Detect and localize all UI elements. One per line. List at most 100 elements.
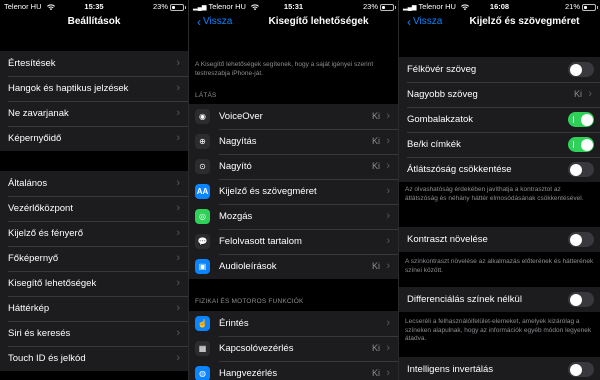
display-group-1: Félkövér szöveg Nagyobb szöveg Ki › Gomb…: [399, 57, 600, 182]
increase-contrast-description: A színkontraszt növelése az alkalmazás e…: [405, 258, 594, 274]
chevron-right-icon: ›: [386, 185, 390, 197]
chevron-left-icon: ‹: [197, 14, 201, 29]
chevron-right-icon: ›: [176, 202, 180, 214]
speech-icon: 💬: [195, 234, 210, 249]
voiceover-icon: ◉: [195, 109, 210, 124]
battery-icon: [380, 3, 396, 11]
settings-panel: Telenor HU 15:35 23% Beállítások Értesít…: [0, 0, 188, 380]
chevron-right-icon: ›: [386, 260, 390, 272]
onoff-labels-row: Be/ki címkék: [399, 132, 600, 157]
page-title: Kisegítő lehetőségek: [268, 16, 369, 27]
motion-icon: ◎: [195, 209, 210, 224]
section-header-vision: LÁTÁS: [195, 92, 217, 99]
settings-item-accessibility[interactable]: Kisegítő lehetőségek ›: [0, 271, 188, 296]
chevron-right-icon: ›: [176, 252, 180, 264]
settings-item-home-screen[interactable]: Főképernyő ›: [0, 246, 188, 271]
chevron-right-icon: ›: [386, 135, 390, 147]
differentiate-group: Differenciálás színek nélkül: [399, 287, 600, 312]
chevron-right-icon: ›: [386, 342, 390, 354]
touch-icon: ☝: [195, 316, 210, 331]
nav-bar: ‹ Vissza Kisegítő lehetőségek: [189, 12, 398, 34]
reduce-transparency-description: Az olvashatóság érdekében javíthatja a k…: [405, 186, 584, 202]
differentiate-row: Differenciálás színek nélkül: [399, 287, 600, 312]
settings-item-siri[interactable]: Siri és keresés ›: [0, 321, 188, 346]
differentiate-toggle[interactable]: [568, 292, 594, 307]
settings-item-screen-time[interactable]: Képernyőidő ›: [0, 126, 188, 151]
increase-contrast-row: Kontraszt növelése: [399, 227, 600, 252]
a11y-item-motion[interactable]: ◎ Mozgás ›: [189, 204, 398, 229]
contrast-group: Kontraszt növelése: [399, 227, 600, 252]
vision-group: ◉ VoiceOver Ki › ⊕ Nagyítás Ki › ⊙ Nagyí…: [189, 104, 398, 279]
chevron-right-icon: ›: [176, 132, 180, 144]
chevron-right-icon: ›: [176, 82, 180, 94]
larger-text-row[interactable]: Nagyobb szöveg Ki ›: [399, 82, 600, 107]
accessibility-panel: ▂▄▆ Telenor HU 15:31 23% ‹ Vissza Kisegít…: [189, 0, 398, 380]
page-title: Kijelző és szövegméret: [469, 16, 580, 27]
zoom-icon: ⊕: [195, 134, 210, 149]
chevron-right-icon: ›: [176, 227, 180, 239]
chevron-right-icon: ›: [176, 107, 180, 119]
bold-text-toggle[interactable]: [568, 62, 594, 77]
text-size-icon: AA: [195, 184, 210, 199]
chevron-right-icon: ›: [386, 110, 390, 122]
smart-invert-group: Intelligens invertálás: [399, 357, 600, 380]
display-text-size-panel: ▂▄▆ Telenor HU 16:08 21% ‹ Vissza Kijelző…: [399, 0, 600, 380]
smart-invert-toggle[interactable]: [568, 362, 594, 377]
chevron-right-icon: ›: [588, 88, 592, 100]
section-header-motor: FIZIKAI ÉS MOTOROS FUNKCIÓK: [195, 298, 304, 305]
increase-contrast-toggle[interactable]: [568, 232, 594, 247]
chevron-right-icon: ›: [176, 177, 180, 189]
settings-item-notifications[interactable]: Értesítések ›: [0, 51, 188, 76]
chevron-right-icon: ›: [386, 160, 390, 172]
switch-control-icon: ▦: [195, 341, 210, 356]
a11y-item-spoken-content[interactable]: 💬 Felolvasott tartalom ›: [189, 229, 398, 254]
bold-text-row: Félkövér szöveg: [399, 57, 600, 82]
settings-item-touch-id[interactable]: Touch ID és jelkód ›: [0, 346, 188, 371]
reduce-transparency-toggle[interactable]: [568, 162, 594, 177]
nav-bar: ‹ Vissza Kijelző és szövegméret: [399, 12, 600, 34]
back-button[interactable]: ‹ Vissza: [407, 14, 442, 29]
reduce-transparency-row: Átlátszóság csökkentése: [399, 157, 600, 182]
page-title: Beállítások: [67, 16, 121, 27]
button-shapes-toggle[interactable]: [568, 112, 594, 127]
chevron-right-icon: ›: [386, 367, 390, 379]
settings-item-sounds[interactable]: Hangok és haptikus jelzések ›: [0, 76, 188, 101]
settings-item-general[interactable]: Általános ›: [0, 171, 188, 196]
chevron-right-icon: ›: [386, 210, 390, 222]
chevron-right-icon: ›: [176, 57, 180, 69]
magnifier-icon: ⊙: [195, 159, 210, 174]
a11y-item-voiceover[interactable]: ◉ VoiceOver Ki ›: [189, 104, 398, 129]
a11y-item-magnifier[interactable]: ⊙ Nagyító Ki ›: [189, 154, 398, 179]
chevron-right-icon: ›: [176, 277, 180, 289]
chevron-left-icon: ‹: [407, 14, 411, 29]
chevron-right-icon: ›: [176, 327, 180, 339]
a11y-item-zoom[interactable]: ⊕ Nagyítás Ki ›: [189, 129, 398, 154]
settings-item-control-center[interactable]: Vezérlőközpont ›: [0, 196, 188, 221]
chevron-right-icon: ›: [176, 352, 180, 364]
nav-bar: Beállítások: [0, 12, 188, 34]
settings-item-wallpaper[interactable]: Háttérkép ›: [0, 296, 188, 321]
chevron-right-icon: ›: [386, 317, 390, 329]
a11y-item-switch-control[interactable]: ▦ Kapcsolóvezérlés Ki ›: [189, 336, 398, 361]
a11y-item-display-text-size[interactable]: AA Kijelző és szövegméret ›: [189, 179, 398, 204]
a11y-item-audio-descriptions[interactable]: ▣ Audioleírások Ki ›: [189, 254, 398, 279]
motor-group: ☝ Érintés › ▦ Kapcsolóvezérlés Ki › ◍ Ha…: [189, 311, 398, 380]
smart-invert-row: Intelligens invertálás: [399, 357, 600, 380]
settings-group-1: Értesítések › Hangok és haptikus jelzések…: [0, 51, 188, 151]
battery-icon: [170, 3, 186, 11]
battery-icon: [582, 3, 598, 11]
settings-item-display[interactable]: Kijelző és fényerő ›: [0, 221, 188, 246]
settings-group-2: Általános › Vezérlőközpont › Kijelző és fé…: [0, 171, 188, 371]
a11y-item-voice-control[interactable]: ◍ Hangvezérlés Ki ›: [189, 361, 398, 380]
button-shapes-row: Gombalakzatok: [399, 107, 600, 132]
a11y-item-touch[interactable]: ☝ Érintés ›: [189, 311, 398, 336]
intro-text: A Kisegítő lehetőségek segítenek, hogy a…: [195, 61, 374, 77]
back-button[interactable]: ‹ Vissza: [197, 14, 232, 29]
voice-control-icon: ◍: [195, 366, 210, 380]
settings-item-dnd[interactable]: Ne zavarjanak ›: [0, 101, 188, 126]
onoff-labels-toggle[interactable]: [568, 137, 594, 152]
audio-description-icon: ▣: [195, 259, 210, 274]
chevron-right-icon: ›: [386, 235, 390, 247]
differentiate-description: Lecseréli a felhasználóifelület-elemeket…: [405, 318, 592, 342]
chevron-right-icon: ›: [176, 302, 180, 314]
